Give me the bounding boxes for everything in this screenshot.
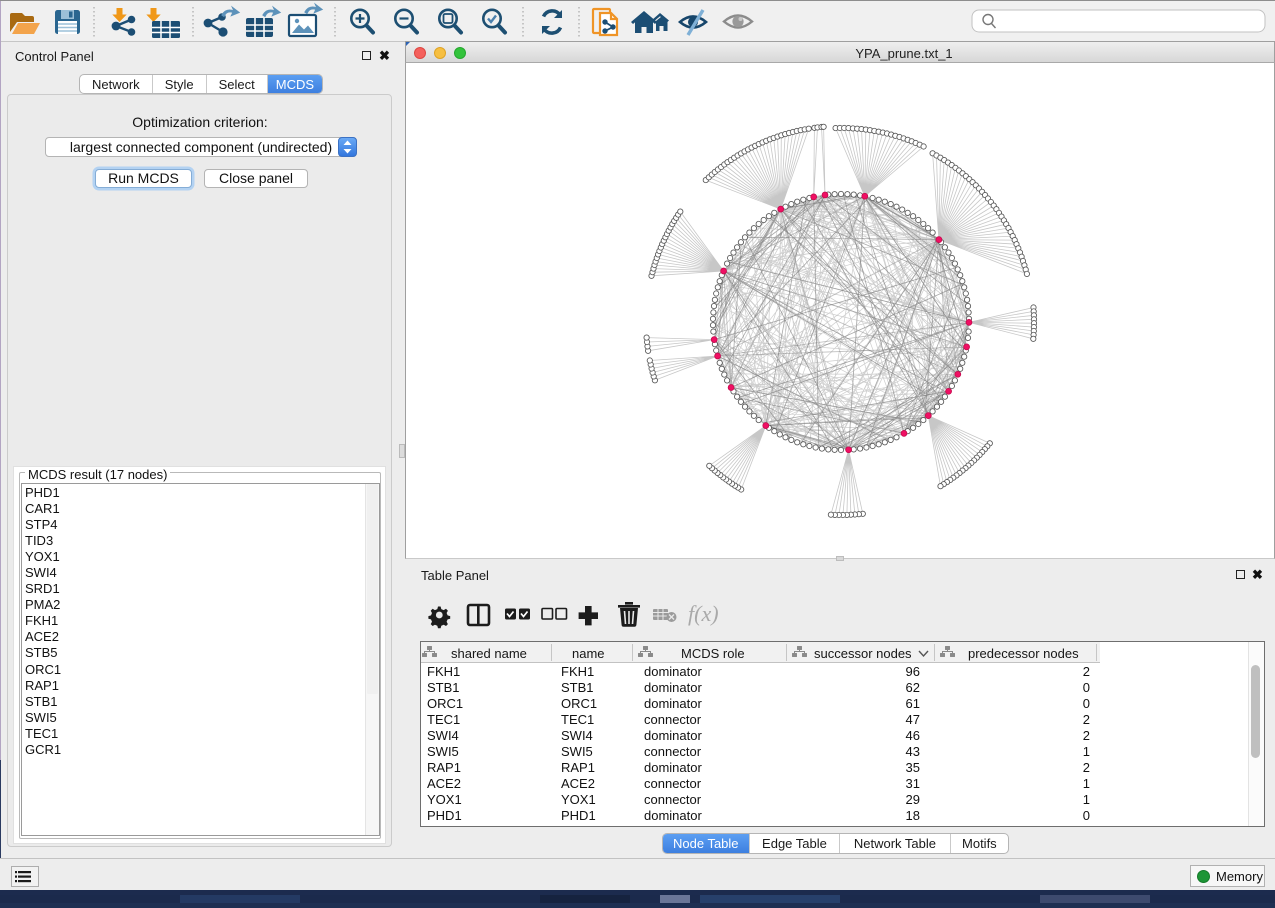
svg-text:f(x): f(x) (688, 601, 719, 626)
